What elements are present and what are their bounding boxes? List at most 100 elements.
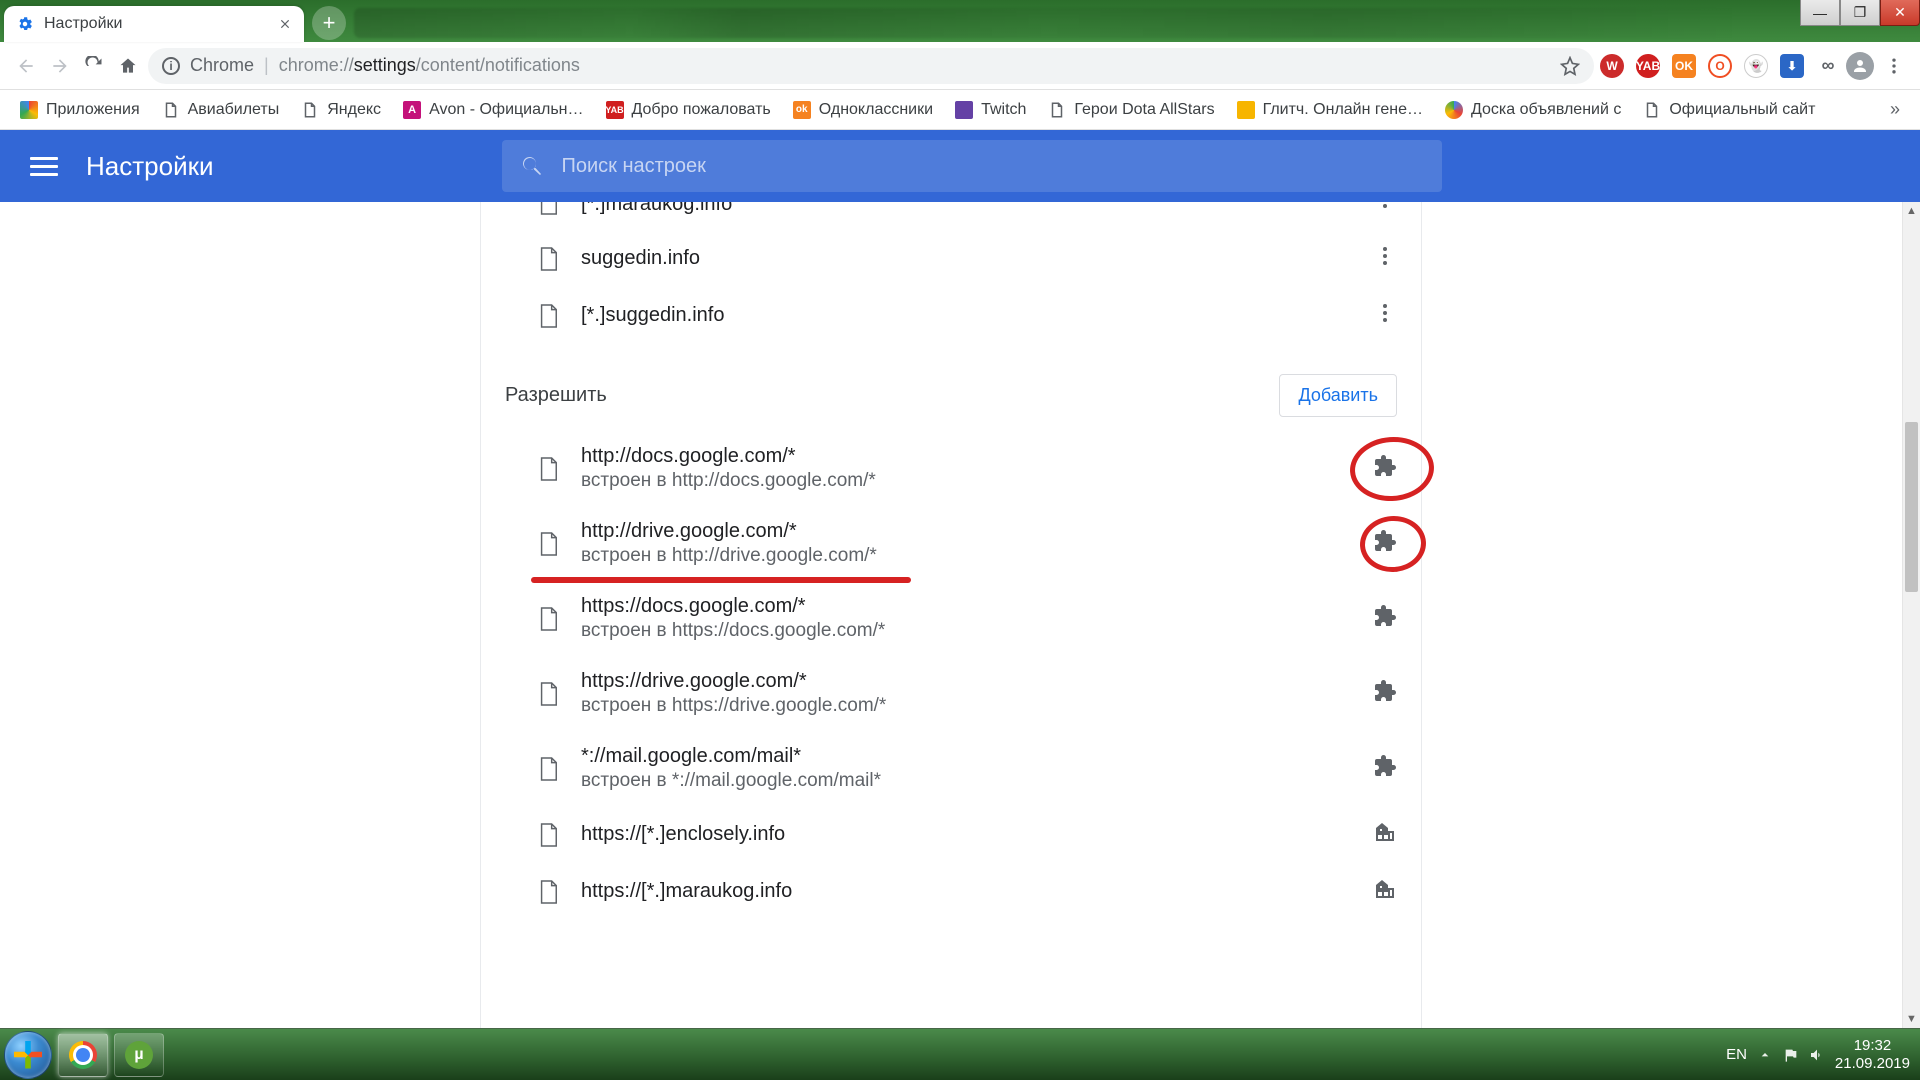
bookmark-label: Приложения [46,101,140,119]
allowed-site-row: https://[*.]maraukog.info [481,863,1421,920]
extension-icon [1373,529,1397,553]
bookmark-label: Яндекс [327,101,381,119]
reload-button[interactable] [80,52,108,80]
home-button[interactable] [114,52,142,80]
windows-taskbar: µ EN 19:32 21.09.2019 [0,1028,1920,1080]
ext-vk-icon[interactable]: W [1600,54,1624,78]
chrome-icon [69,1041,97,1069]
tray-flag-icon[interactable] [1783,1047,1799,1063]
ext-link-icon[interactable]: ∞ [1816,54,1840,78]
url-text: chrome://settings/content/notifications [279,55,580,76]
bookmark-item[interactable]: Приложения [12,97,148,123]
ext-ok-icon[interactable]: OK [1672,54,1696,78]
start-button[interactable] [4,1031,52,1079]
bookmark-label: Официальный сайт [1669,101,1815,119]
bookmark-label: Twitch [981,101,1026,119]
tray-clock[interactable]: 19:32 21.09.2019 [1835,1037,1910,1072]
row-trailing [1373,679,1397,708]
maximize-button[interactable]: ❐ [1840,0,1880,26]
browser-window: Настройки + — ❐ ✕ i Chrome | chrome://se… [0,0,1920,1028]
page-icon [537,606,559,632]
blocked-site-row: [*.]maraukog.info [481,202,1421,230]
extension-icons: W YAB OK O 👻 ⬇ ∞ [1600,54,1840,78]
settings-title: Настройки [86,151,214,182]
site-url: suggedin.info [581,247,700,270]
site-url: https://[*.]maraukog.info [581,880,792,903]
bookmark-item[interactable]: Официальный сайт [1635,97,1823,123]
bookmark-item[interactable]: Twitch [947,97,1034,123]
page-icon [537,202,559,216]
bookmark-label: Герои Dota AllStars [1074,101,1214,119]
forward-button[interactable] [46,52,74,80]
tray-volume-icon[interactable] [1809,1047,1825,1063]
bookmark-label: Добро пожаловать [632,101,771,119]
ext-yab-icon[interactable]: YAB [1636,54,1660,78]
scroll-up-arrow[interactable]: ▲ [1903,202,1920,220]
bookmark-label: Доска объявлений с [1471,101,1621,119]
page-icon [537,681,559,707]
background-tabs-blurred [354,8,1740,38]
policy-icon [1373,877,1397,901]
extension-icon [1373,754,1397,778]
back-button[interactable] [12,52,40,80]
tab-settings[interactable]: Настройки [4,6,304,42]
ext-dl-icon[interactable]: ⬇ [1780,54,1804,78]
blocked-site-row: [*.]suggedin.info [481,287,1421,344]
bookmark-label: Одноклассники [819,101,933,119]
address-bar[interactable]: i Chrome | chrome://settings/content/not… [148,48,1594,84]
window-close-button[interactable]: ✕ [1880,0,1920,26]
site-embedded-in: встроен в http://docs.google.com/* [581,470,876,492]
tray-up-icon[interactable] [1757,1047,1773,1063]
allowed-site-row: http://drive.google.com/*встроен в http:… [481,506,1421,581]
bookmark-star-icon[interactable] [1560,56,1580,76]
page-icon [537,531,559,557]
add-site-button[interactable]: Добавить [1279,374,1397,417]
more-actions-button[interactable] [1373,202,1397,216]
tray-language[interactable]: EN [1726,1046,1747,1063]
bookmark-item[interactable]: Яндекс [293,97,389,123]
chrome-menu-button[interactable] [1880,52,1908,80]
bookmark-item[interactable]: AAvon - Официальн… [395,97,591,123]
profile-avatar[interactable] [1846,52,1874,80]
tray-date: 21.09.2019 [1835,1055,1910,1072]
browser-toolbar: i Chrome | chrome://settings/content/not… [0,42,1920,90]
vertical-scrollbar[interactable]: ▲ ▼ [1902,202,1920,1028]
site-embedded-in: встроен в https://drive.google.com/* [581,695,886,717]
taskbar-utorrent[interactable]: µ [114,1033,164,1077]
more-actions-button[interactable] [1373,301,1397,330]
bookmark-item[interactable]: Доска объявлений с [1437,97,1629,123]
bookmark-label: Avon - Официальн… [429,101,583,119]
blocked-site-row: suggedin.info [481,230,1421,287]
minimize-button[interactable]: — [1800,0,1840,26]
bookmark-item[interactable]: Герои Dota AllStars [1040,97,1222,123]
page-icon [537,879,559,905]
bookmarks-overflow[interactable]: » [1882,95,1908,124]
settings-card: [*.]maraukog.info suggedin.info [*.]sugged… [480,202,1422,1028]
taskbar-chrome[interactable] [58,1033,108,1077]
tray-icons[interactable] [1757,1047,1825,1063]
site-url: http://docs.google.com/* [581,445,876,468]
site-info-icon[interactable]: i [162,57,180,75]
scroll-down-arrow[interactable]: ▼ [1903,1010,1920,1028]
site-url: [*.]maraukog.info [581,202,732,216]
row-trailing [1373,529,1397,558]
settings-menu-button[interactable] [30,152,58,181]
more-actions-button[interactable] [1373,244,1397,273]
ext-ghost-icon[interactable]: 👻 [1744,54,1768,78]
bookmark-item[interactable]: okОдноклассники [785,97,941,123]
tab-strip: Настройки + — ❐ ✕ [0,0,1920,42]
settings-viewport: [*.]maraukog.info suggedin.info [*.]sugged… [0,202,1920,1028]
bookmark-item[interactable]: Глитч. Онлайн гене… [1229,97,1431,123]
bookmark-item[interactable]: Авиабилеты [154,97,288,123]
ext-opera-icon[interactable]: O [1708,54,1732,78]
close-icon[interactable] [278,17,292,31]
settings-search-input[interactable] [562,155,1424,178]
utorrent-icon: µ [125,1041,153,1069]
scroll-thumb[interactable] [1905,422,1918,592]
bookmark-item[interactable]: YABДобро пожаловать [598,97,779,123]
settings-header: Настройки [0,130,1920,202]
new-tab-button[interactable]: + [312,6,346,40]
tab-title: Настройки [44,15,122,33]
row-trailing [1373,604,1397,633]
settings-search[interactable] [502,140,1442,192]
